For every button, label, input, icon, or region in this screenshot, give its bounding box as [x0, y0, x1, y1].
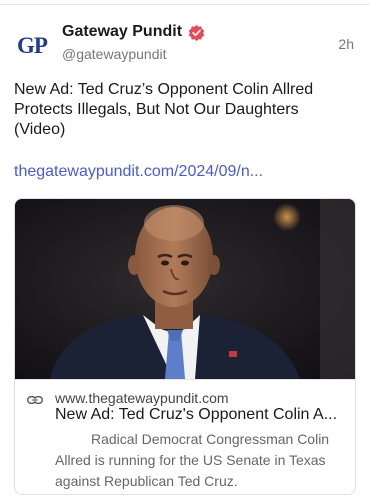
man-portrait-image — [15, 199, 355, 379]
account-handle[interactable]: @gatewaypundit — [62, 46, 167, 62]
post: GP Gateway Pundit @gatewaypundit 2h New … — [0, 0, 370, 500]
name-row: Gateway Pundit — [62, 23, 205, 41]
divider — [0, 4, 370, 5]
post-text: New Ad: Ted Cruz’s Opponent Colin Allred… — [14, 81, 314, 138]
card-domain: www.thegatewaypundit.com — [55, 390, 229, 406]
avatar-logo-text: GP — [17, 33, 48, 58]
post-link[interactable]: thegatewaypundit.com/2024/09/n... — [14, 163, 263, 181]
link-icon — [27, 396, 43, 404]
card-title[interactable]: New Ad: Ted Cruz's Opponent Colin A... — [55, 406, 347, 424]
card-description: Radical Democrat Congressman Colin Allre… — [55, 431, 330, 489]
post-timestamp: 2h — [338, 36, 354, 52]
link-preview-card[interactable]: www.thegatewaypundit.com New Ad: Ted Cru… — [14, 198, 356, 495]
avatar[interactable]: GP — [12, 26, 52, 66]
card-divider — [15, 379, 355, 380]
verified-badge-icon — [188, 24, 205, 41]
display-name[interactable]: Gateway Pundit — [62, 23, 182, 41]
